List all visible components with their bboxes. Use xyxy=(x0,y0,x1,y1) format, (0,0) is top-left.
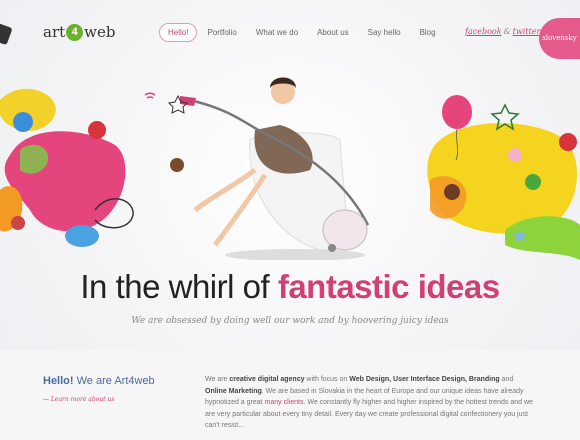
page: art 4 web Hello! Portfolio What we do Ab… xyxy=(0,0,580,440)
nav-item-about-us[interactable]: About us xyxy=(317,28,349,37)
left-pink-blob xyxy=(4,131,126,232)
intro-paragraph: We are creative digital agency with focu… xyxy=(205,374,535,432)
nav-item-say-hello[interactable]: Say hello xyxy=(368,28,401,37)
left-blue-blob xyxy=(65,225,99,247)
left-small-candy xyxy=(11,216,25,230)
main-nav: Hello! Portfolio What we do About us Say… xyxy=(159,23,455,42)
nav-item-hello[interactable]: Hello! xyxy=(159,23,198,42)
logo-text-left: art xyxy=(43,23,66,41)
right-green-ball xyxy=(525,174,541,190)
chair-shadow xyxy=(225,249,365,260)
headline-plain: In the whirl of xyxy=(80,268,278,305)
intro-emphasis: Web Design, User Interface Design, Brand… xyxy=(349,376,500,383)
right-pink-balloon xyxy=(442,95,472,129)
corner-decoration xyxy=(0,22,13,46)
hero-subline: We are obsessed by doing well our work a… xyxy=(131,316,449,326)
twitter-link[interactable]: twitter xyxy=(513,27,541,36)
intro-title-rest: We are Art4web xyxy=(73,375,155,387)
intro-emphasis: Online Marketing xyxy=(205,387,262,395)
hero-headline: In the whirl of fantastic ideas xyxy=(0,268,580,306)
wifi-symbol-1 xyxy=(144,92,156,99)
right-strawberry xyxy=(559,133,577,151)
intro-title: Hello! We are Art4web xyxy=(43,375,155,387)
intro-emphasis: creative digital agency xyxy=(229,376,305,383)
language-switch-button[interactable]: slovensky xyxy=(539,18,580,59)
logo[interactable]: art 4 web xyxy=(43,20,115,44)
left-strawberry xyxy=(88,121,106,139)
headline-highlight: fantastic ideas xyxy=(277,268,500,305)
nav-item-portfolio[interactable]: Portfolio xyxy=(207,28,236,37)
learn-more-link[interactable]: — Learn more about us xyxy=(43,396,114,403)
vacuum-cleaner xyxy=(322,209,368,251)
intro-text: with focus on xyxy=(304,376,350,383)
vacuum-wheel xyxy=(328,244,336,252)
right-chocolate-candy xyxy=(444,184,460,200)
intro-text: We are xyxy=(205,376,230,383)
clients-link[interactable]: many clients xyxy=(265,399,304,406)
logo-ball: 4 xyxy=(66,23,84,41)
left-blue-balloon xyxy=(13,112,33,132)
vacuum-nozzle xyxy=(180,96,196,106)
logo-text-right: web xyxy=(84,23,116,41)
hero-illustration xyxy=(0,77,580,260)
right-candy xyxy=(508,148,522,162)
nav-item-what-we-do[interactable]: What we do xyxy=(256,28,298,37)
facebook-link[interactable]: facebook xyxy=(465,27,502,36)
social-links: facebook & twitter xyxy=(465,27,540,36)
intro-title-bold: Hello! xyxy=(43,375,74,387)
nav-item-blog[interactable]: Blog xyxy=(420,28,436,37)
intro-text: and xyxy=(499,376,514,383)
cupcake xyxy=(170,158,184,172)
social-separator: & xyxy=(503,27,511,36)
